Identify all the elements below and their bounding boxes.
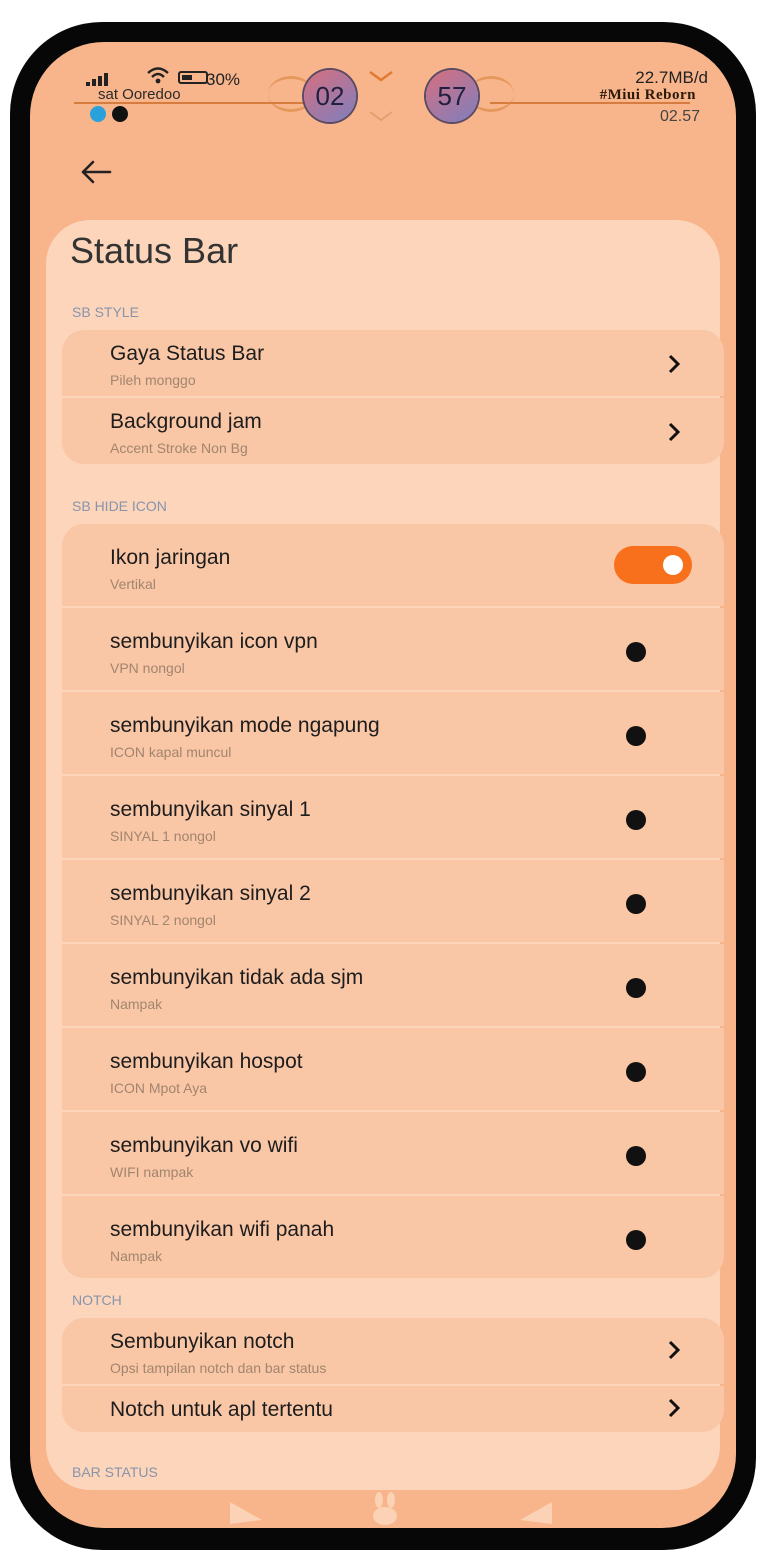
item-title: sembunyikan tidak ada sjm <box>110 966 364 989</box>
nav-home-icon[interactable] <box>370 1492 400 1526</box>
list-item-mode-ngapung[interactable]: sembunyikan mode ngapung ICON kapal munc… <box>62 692 724 774</box>
radio-dot[interactable] <box>626 1146 646 1166</box>
chevron-right-icon <box>668 1398 681 1418</box>
battery-icon <box>178 71 208 84</box>
item-title: Ikon jaringan <box>110 546 231 569</box>
list-item-gaya-status-bar[interactable]: Gaya Status Bar Pileh monggo <box>62 330 724 396</box>
radio-dot[interactable] <box>626 978 646 998</box>
signal-icon <box>86 73 108 86</box>
item-subtitle: ICON Mpot Aya <box>110 1080 208 1096</box>
list-item-tidak-ada-sjm[interactable]: sembunyikan tidak ada sjm Nampak <box>62 944 724 1026</box>
item-title: Gaya Status Bar <box>110 342 265 365</box>
item-title: sembunyikan icon vpn <box>110 630 318 653</box>
item-subtitle: WIFI nampak <box>110 1164 194 1180</box>
list-item-sinyal-2[interactable]: sembunyikan sinyal 2 SINYAL 2 nongol <box>62 860 724 942</box>
item-subtitle: SINYAL 2 nongol <box>110 912 216 928</box>
item-title: Notch untuk apl tertentu <box>110 1398 333 1421</box>
item-subtitle: SINYAL 1 nongol <box>110 828 216 844</box>
back-arrow-icon[interactable] <box>78 154 114 190</box>
item-title: sembunyikan vo wifi <box>110 1134 298 1157</box>
toggle-switch[interactable] <box>614 546 692 584</box>
item-title: sembunyikan hospot <box>110 1050 303 1073</box>
item-title: sembunyikan mode ngapung <box>110 714 380 737</box>
chevron-right-icon <box>668 422 681 442</box>
section-label-notch: NOTCH <box>72 1292 122 1308</box>
item-title: sembunyikan sinyal 1 <box>110 798 311 821</box>
list-item-ikon-jaringan[interactable]: Ikon jaringan Vertikal <box>62 524 724 606</box>
section-label-sb-hide-icon: SB HIDE ICON <box>72 498 167 514</box>
radio-dot[interactable] <box>626 642 646 662</box>
radio-dot[interactable] <box>626 1230 646 1250</box>
list-item-sembunyikan-notch[interactable]: Sembunyikan notch Opsi tampilan notch da… <box>62 1318 724 1384</box>
radio-dot[interactable] <box>626 1062 646 1082</box>
clock-hours: 02 <box>304 70 356 122</box>
chevron-down-icon <box>369 111 393 122</box>
list-item-hospot[interactable]: sembunyikan hospot ICON Mpot Aya <box>62 1028 724 1110</box>
chevron-up-icon <box>369 71 393 82</box>
nav-back-icon[interactable] <box>226 1500 266 1526</box>
clock-minutes: 57 <box>426 70 478 122</box>
chevron-right-icon <box>668 1340 681 1360</box>
item-subtitle: Opsi tampilan notch dan bar status <box>110 1360 327 1376</box>
item-subtitle: Accent Stroke Non Bg <box>110 440 248 456</box>
item-subtitle: Vertikal <box>110 576 156 592</box>
list-item-wifi-panah[interactable]: sembunyikan wifi panah Nampak <box>62 1196 724 1278</box>
list-item-background-jam[interactable]: Background jam Accent Stroke Non Bg <box>62 398 724 464</box>
list-item-notch-apl[interactable]: Notch untuk apl tertentu <box>62 1386 724 1432</box>
terminal-icon <box>112 106 128 122</box>
list-item-icon-vpn[interactable]: sembunyikan icon vpn VPN nongol <box>62 608 724 690</box>
radio-dot[interactable] <box>626 894 646 914</box>
item-subtitle: VPN nongol <box>110 660 185 676</box>
chevron-right-icon <box>668 354 681 374</box>
list-item-sinyal-1[interactable]: sembunyikan sinyal 1 SINYAL 1 nongol <box>62 776 724 858</box>
carrier-name: sat Ooredoo <box>98 86 181 103</box>
phone-frame: 30% sat Ooredoo 02 57 22.7MB/d #Miui Reb… <box>10 22 756 1550</box>
nav-recents-icon[interactable] <box>516 1500 556 1526</box>
radio-dot[interactable] <box>626 810 646 830</box>
status-time: 02.57 <box>659 108 700 125</box>
section-label-bar-status: BAR STATUS <box>72 1464 158 1480</box>
item-title: sembunyikan wifi panah <box>110 1218 335 1241</box>
network-speed: 22.7MB/d <box>635 68 708 87</box>
list-item-vo-wifi[interactable]: sembunyikan vo wifi WIFI nampak <box>62 1112 724 1194</box>
telegram-icon <box>90 106 106 122</box>
item-title: Background jam <box>110 410 262 433</box>
navigation-bar <box>30 1490 736 1528</box>
brand-text: #Miui Reborn <box>599 87 696 103</box>
item-subtitle: ICON kapal muncul <box>110 744 232 760</box>
item-subtitle: Nampak <box>110 996 163 1012</box>
radio-dot[interactable] <box>626 726 646 746</box>
item-subtitle: Nampak <box>110 1248 163 1264</box>
page-title: Status Bar <box>70 230 239 271</box>
section-label-sb-style: SB STYLE <box>72 304 139 320</box>
wifi-icon <box>147 67 169 84</box>
item-subtitle: Pileh monggo <box>110 372 196 388</box>
item-title: Sembunyikan notch <box>110 1330 295 1353</box>
battery-percent: 30% <box>206 70 241 89</box>
screen: 30% sat Ooredoo 02 57 22.7MB/d #Miui Reb… <box>30 42 736 1528</box>
item-title: sembunyikan sinyal 2 <box>110 882 311 905</box>
